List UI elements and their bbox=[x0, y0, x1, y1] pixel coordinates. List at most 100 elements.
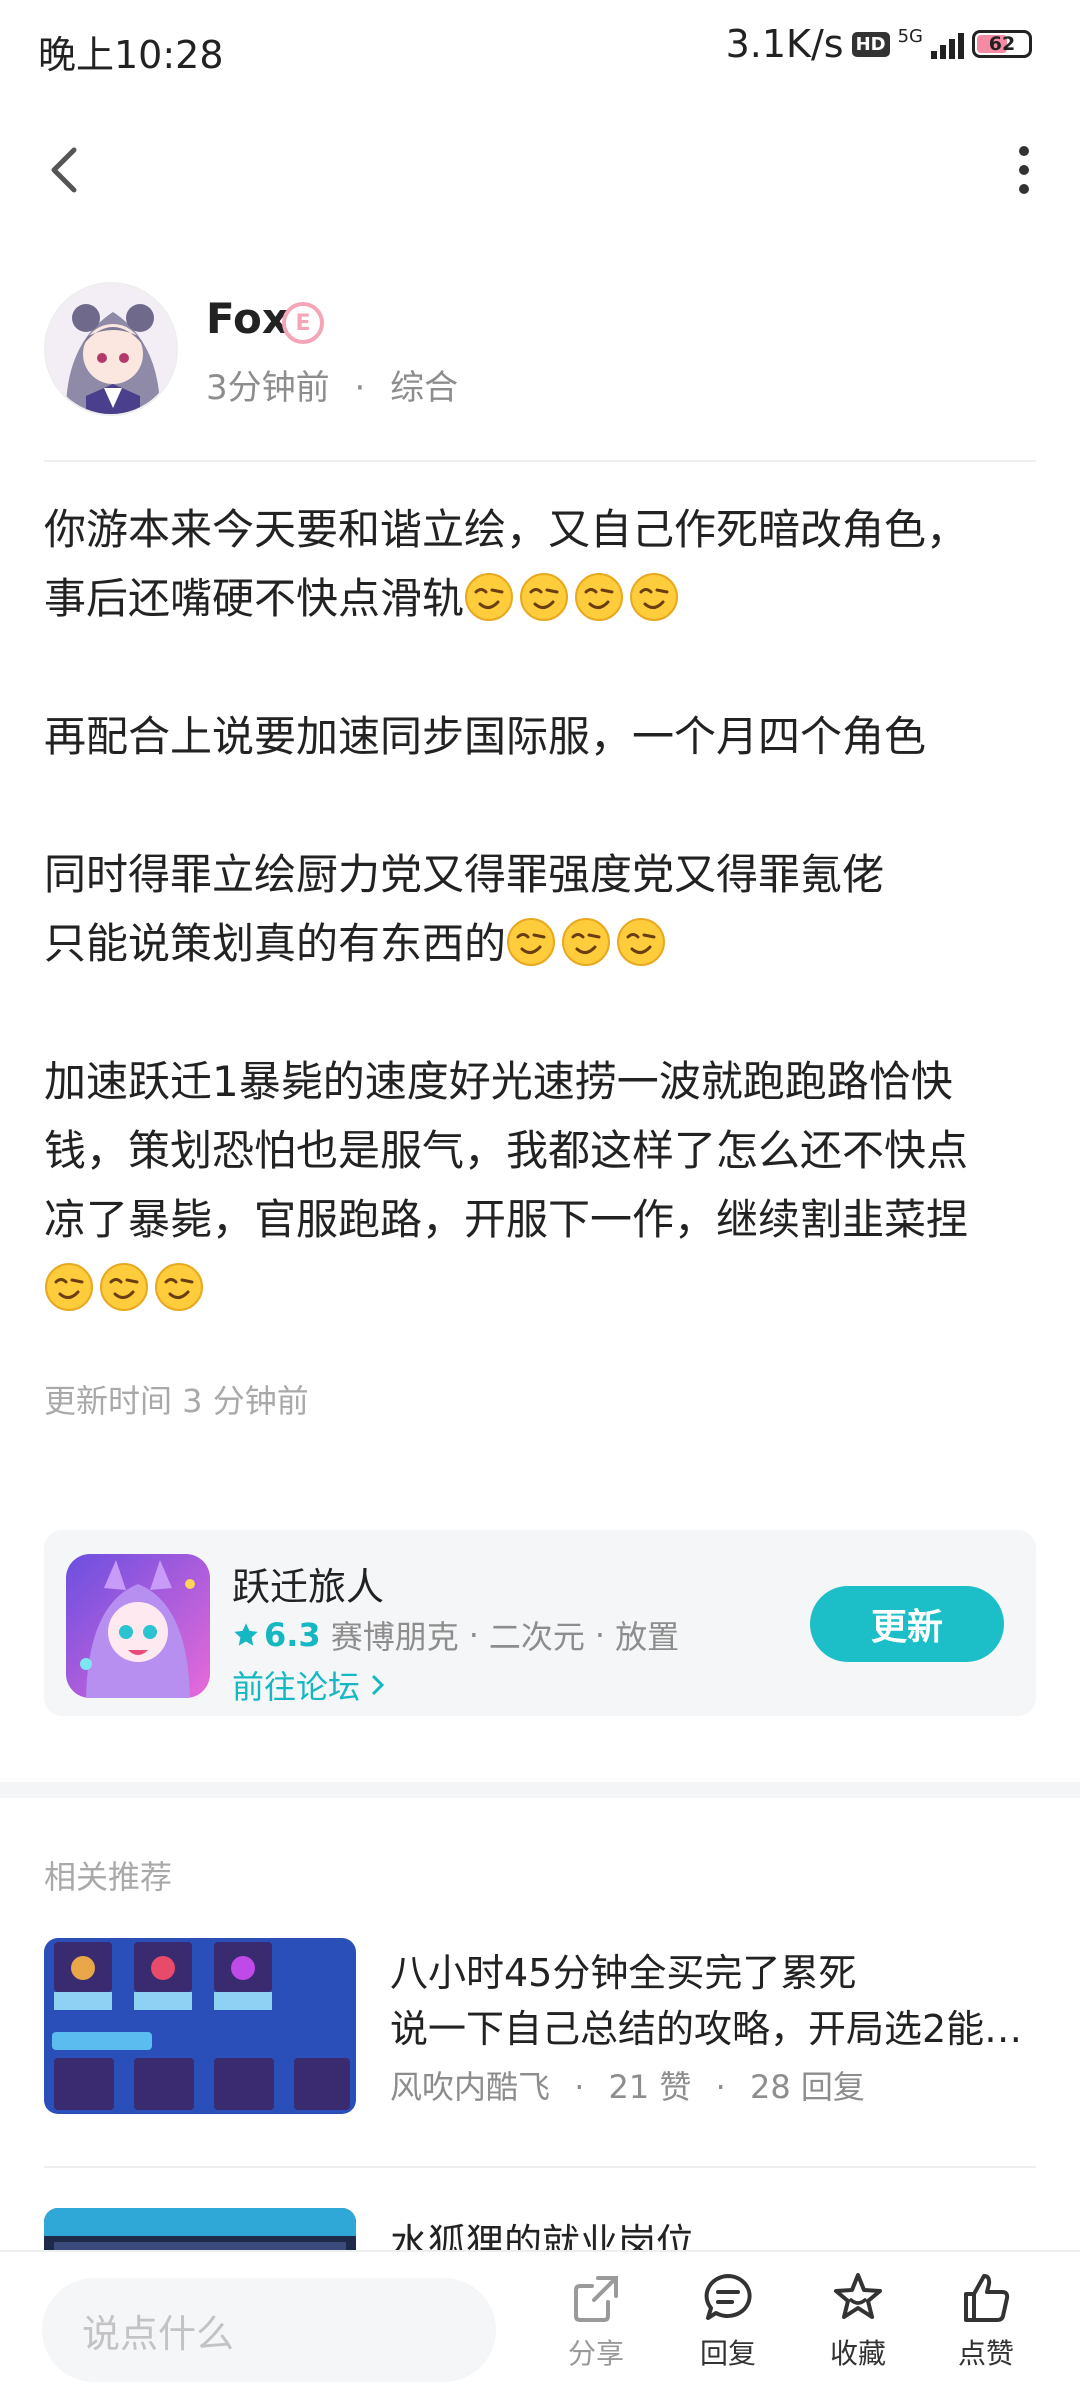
game-icon[interactable] bbox=[66, 1554, 210, 1698]
favorite-button[interactable]: 收藏 bbox=[808, 2270, 908, 2390]
post-line: 你游本来今天要和谐立绘，又自己作死暗改角色， bbox=[44, 495, 1036, 564]
wink-emoji bbox=[154, 1262, 204, 1312]
post-body: 你游本来今天要和谐立绘，又自己作死暗改角色， 事后还嘴硬不快点滑轨再配合上说要加速… bbox=[44, 495, 1036, 1323]
tag-separator: · bbox=[468, 1616, 479, 1654]
reply-label: 回复 bbox=[699, 2337, 756, 2370]
more-options-button[interactable] bbox=[994, 140, 1054, 200]
game-tag: 放置 bbox=[615, 1618, 680, 1656]
back-button[interactable] bbox=[36, 140, 96, 200]
forum-link-label: 前往论坛 bbox=[232, 1668, 361, 1706]
more-dot-icon bbox=[1019, 165, 1029, 175]
game-meta: 6.3 赛博朋克 · 二次元 · 放置 bbox=[232, 1612, 679, 1658]
post-line: 钱，策划恐怕也是服气，我都这样了怎么还不快点 bbox=[44, 1116, 1036, 1185]
thumbs-up-icon bbox=[964, 2274, 1010, 2322]
post-line-text: 钱，策划恐怕也是服气，我都这样了怎么还不快点 bbox=[44, 1126, 969, 1175]
post-line-text: 你游本来今天要和谐立绘，又自己作死暗改角色， bbox=[44, 505, 969, 554]
post-meta: 3分钟前 · 综合 bbox=[206, 360, 458, 409]
related-item-author: 风吹内酷飞 bbox=[390, 2068, 551, 2106]
status-indicators: 3.1K/s HD 5G 62 bbox=[726, 22, 1032, 66]
game-card[interactable]: 跃迁旅人 6.3 赛博朋克 · 二次元 · 放置 前往论坛 更新 bbox=[44, 1530, 1036, 1716]
share-icon bbox=[574, 2276, 618, 2322]
section-separator bbox=[0, 1782, 1080, 1798]
top-nav bbox=[0, 120, 1080, 230]
post-line bbox=[44, 1254, 1036, 1323]
network-type: 5G bbox=[897, 26, 923, 47]
chevron-right-icon bbox=[371, 1674, 385, 1696]
meta-separator: · bbox=[574, 2068, 585, 2106]
bottom-action-bar: 说点什么 分享 回复 收藏 点赞 bbox=[0, 2250, 1080, 2400]
related-item-replies: 28 回复 bbox=[749, 2068, 865, 2106]
related-item-excerpt[interactable]: 说一下自己总结的攻略，开局选2能… bbox=[390, 1998, 1036, 2053]
status-time: 晚上10:28 bbox=[38, 33, 224, 77]
favorite-label: 收藏 bbox=[829, 2337, 886, 2370]
wink-emoji bbox=[629, 572, 679, 622]
like-label: 点赞 bbox=[957, 2337, 1014, 2370]
reply-button[interactable]: 回复 bbox=[678, 2270, 778, 2390]
network-speed: 3.1K/s bbox=[725, 22, 844, 66]
post-line: 事后还嘴硬不快点滑轨 bbox=[44, 564, 1036, 633]
back-arrow-icon bbox=[51, 147, 77, 193]
forum-link[interactable]: 前往论坛 bbox=[232, 1662, 388, 1708]
post-line: 加速跃迁1暴毙的速度好光速捞一波就跑跑路恰快 bbox=[44, 1047, 1036, 1116]
post-line-text: 同时得罪立绘厨力党又得罪强度党又得罪氪佬 bbox=[44, 850, 885, 899]
related-heading: 相关推荐 bbox=[44, 1858, 173, 1896]
author-level-badge: E bbox=[282, 302, 324, 344]
divider bbox=[44, 2166, 1036, 2168]
related-item-likes: 21 赞 bbox=[608, 2068, 692, 2106]
post-line-text: 只能说策划真的有东西的 bbox=[44, 919, 507, 968]
related-thumbnail[interactable] bbox=[44, 1938, 356, 2114]
post-line-text: 事后还嘴硬不快点滑轨 bbox=[44, 574, 465, 623]
author-header: Fox E 3分钟前 · 综合 bbox=[44, 282, 1036, 422]
wink-emoji bbox=[44, 1262, 94, 1312]
star-icon bbox=[834, 2273, 882, 2319]
game-rating: 6.3 bbox=[232, 1616, 321, 1654]
share-button[interactable]: 分享 bbox=[546, 2270, 646, 2390]
post-category: 综合 bbox=[390, 368, 459, 408]
comment-icon bbox=[704, 2274, 752, 2320]
star-icon bbox=[234, 1623, 258, 1646]
game-tag: 赛博朋克 bbox=[330, 1618, 459, 1656]
related-item[interactable]: 八小时45分钟全买完了累死 说一下自己总结的攻略，开局选2能… 风吹内酷飞 · … bbox=[44, 1938, 1036, 2118]
signal-icon bbox=[931, 29, 964, 59]
meta-separator: · bbox=[354, 368, 366, 408]
wink-emoji bbox=[616, 917, 666, 967]
wink-emoji bbox=[464, 572, 514, 622]
post-line: 凉了暴毙，官服跑路，开服下一作，继续割韭菜捏 bbox=[44, 1185, 1036, 1254]
rating-value: 6.3 bbox=[264, 1616, 321, 1654]
comment-input[interactable]: 说点什么 bbox=[42, 2278, 496, 2382]
divider bbox=[44, 460, 1036, 462]
status-bar: 晚上10:28 3.1K/s HD 5G 62 bbox=[0, 0, 1080, 96]
more-dot-icon bbox=[1019, 184, 1029, 194]
wink-emoji bbox=[561, 917, 611, 967]
post-line: 再配合上说要加速同步国际服，一个月四个角色 bbox=[44, 702, 1036, 771]
post-line-text: 凉了暴毙，官服跑路，开服下一作，继续割韭菜捏 bbox=[44, 1195, 969, 1244]
update-time: 更新时间 3 分钟前 bbox=[44, 1382, 309, 1420]
hd-badge: HD bbox=[851, 31, 890, 57]
wink-emoji bbox=[99, 1262, 149, 1312]
avatar[interactable] bbox=[44, 282, 178, 416]
update-button[interactable]: 更新 bbox=[810, 1586, 1004, 1662]
tag-separator: · bbox=[594, 1616, 606, 1654]
meta-separator: · bbox=[715, 2068, 726, 2106]
post-line: 只能说策划真的有东西的 bbox=[44, 909, 1036, 978]
post-line: 同时得罪立绘厨力党又得罪强度党又得罪氪佬 bbox=[44, 840, 1036, 909]
battery-level: 62 bbox=[988, 33, 1016, 55]
game-name[interactable]: 跃迁旅人 bbox=[232, 1556, 384, 1611]
author-name[interactable]: Fox bbox=[206, 294, 289, 343]
post-time: 3分钟前 bbox=[206, 368, 330, 408]
post-line-text: 再配合上说要加速同步国际服，一个月四个角色 bbox=[44, 712, 927, 761]
wink-emoji bbox=[519, 572, 569, 622]
more-dot-icon bbox=[1019, 146, 1029, 156]
related-item-meta: 风吹内酷飞 · 21 赞 · 28 回复 bbox=[390, 2062, 865, 2108]
game-tag: 二次元 bbox=[488, 1618, 585, 1656]
related-item-title[interactable]: 八小时45分钟全买完了累死 bbox=[390, 1942, 856, 1997]
post-line-text: 加速跃迁1暴毙的速度好光速捞一波就跑跑路恰快 bbox=[44, 1057, 953, 1106]
wink-emoji bbox=[506, 917, 556, 967]
wink-emoji bbox=[574, 572, 624, 622]
battery-icon: 62 bbox=[972, 30, 1032, 58]
like-button[interactable]: 点赞 bbox=[936, 2270, 1036, 2390]
share-label: 分享 bbox=[567, 2337, 624, 2370]
